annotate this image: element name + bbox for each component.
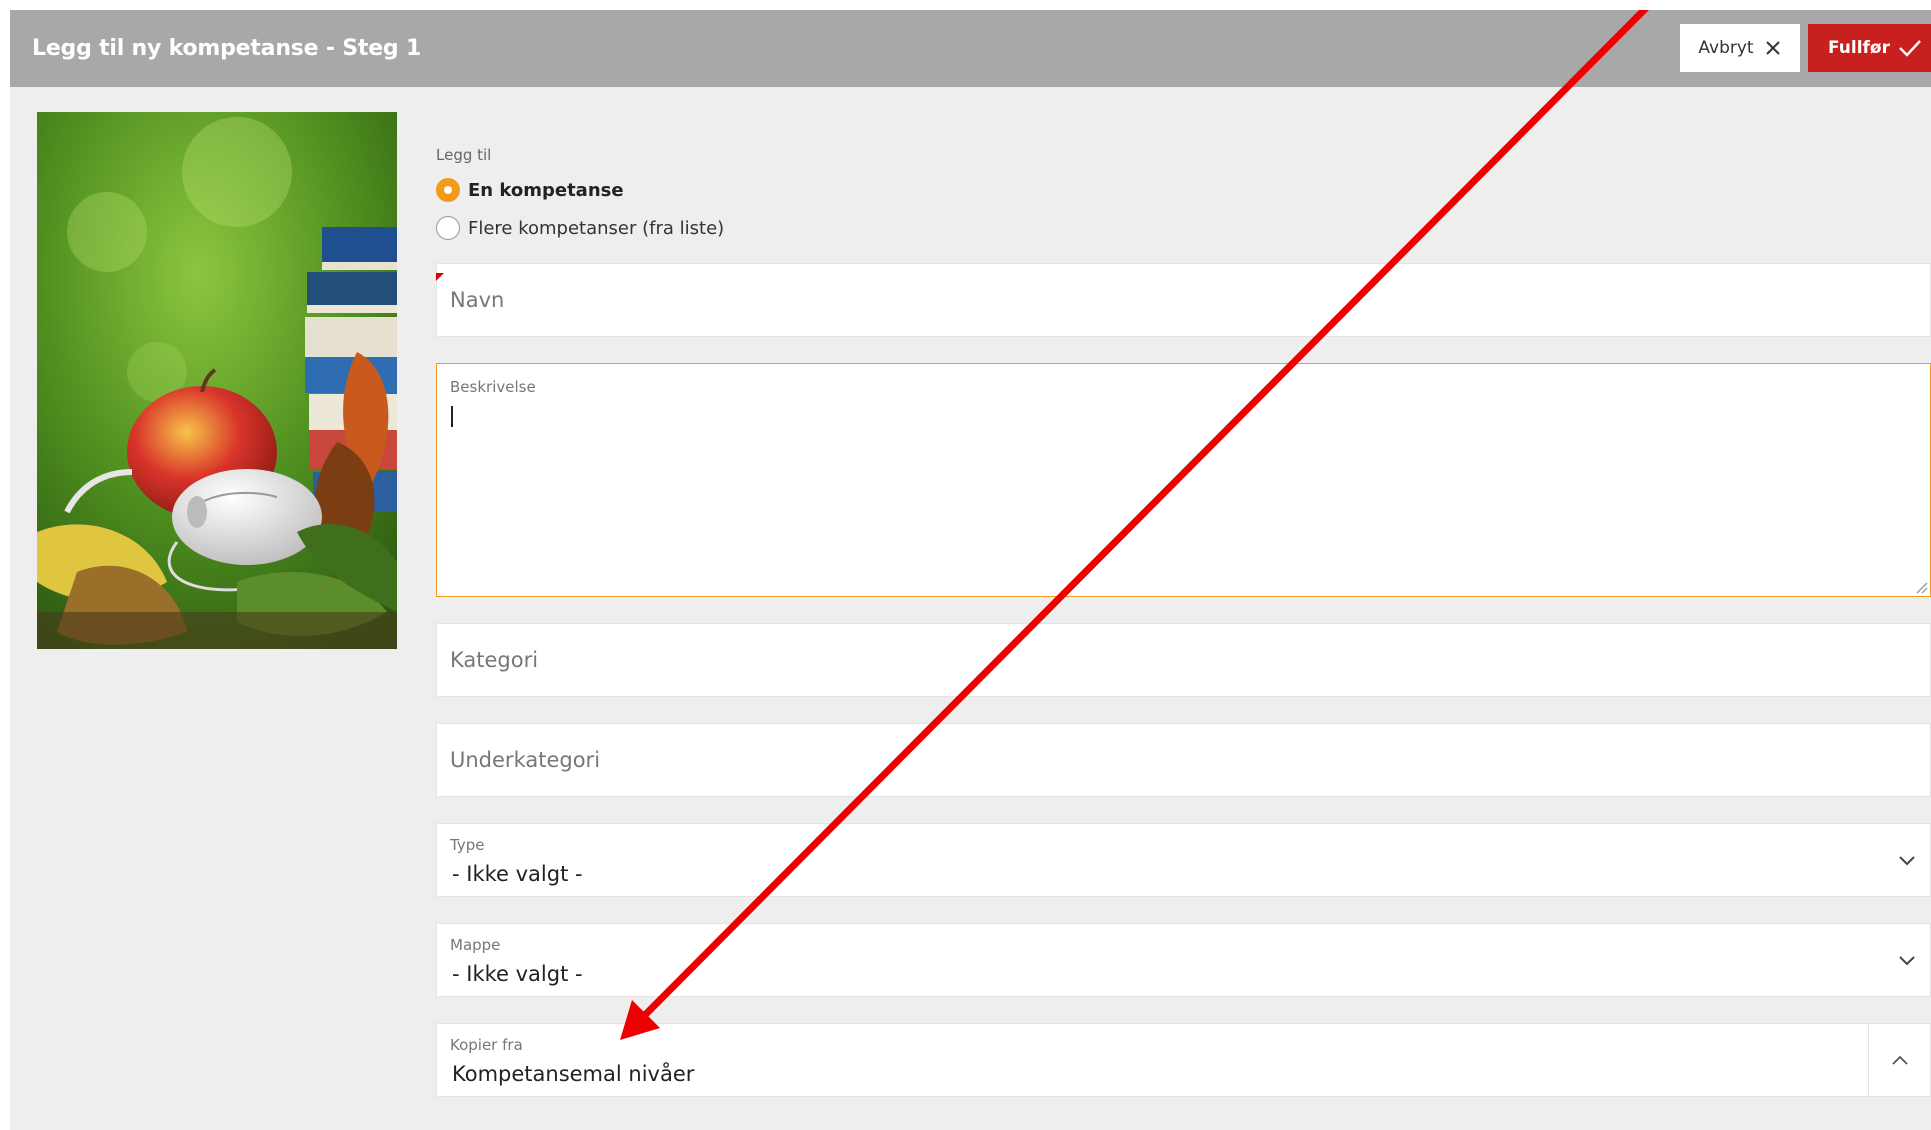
description-textarea[interactable]: Beskrivelse: [436, 363, 1931, 597]
name-placeholder: Navn: [450, 288, 505, 312]
copy-from-select[interactable]: Kopier fra Kompetansemal nivåer: [436, 1023, 1931, 1097]
page-title: Legg til ny kompetanse - Steg 1: [32, 36, 422, 61]
category-input[interactable]: Kategori: [436, 623, 1931, 697]
folder-label: Mappe: [450, 936, 501, 954]
folder-select[interactable]: Mappe - Ikke valgt -: [436, 923, 1931, 997]
chevron-up-icon: [1891, 1055, 1908, 1065]
copy-from-label: Kopier fra: [450, 1036, 523, 1054]
folder-value: - Ikke valgt -: [452, 962, 583, 986]
radio-single-label: En kompetanse: [468, 179, 624, 201]
checkmark-icon: [1899, 40, 1921, 57]
name-input[interactable]: Navn: [436, 263, 1931, 337]
resize-handle-icon[interactable]: [1914, 580, 1928, 594]
chevron-down-icon[interactable]: [1898, 854, 1916, 866]
type-value: - Ikke valgt -: [452, 862, 583, 886]
dialog: Legg til ny kompetanse - Steg 1 Avbryt F…: [10, 10, 1931, 1130]
close-icon: [1765, 41, 1780, 55]
cancel-button-label: Avbryt: [1698, 38, 1754, 58]
subcategory-input[interactable]: Underkategori: [436, 723, 1931, 797]
finish-button[interactable]: Fullfør: [1808, 24, 1931, 72]
dialog-header: Legg til ny kompetanse - Steg 1 Avbryt F…: [10, 10, 1931, 87]
radio-single-competence[interactable]: En kompetanse: [436, 178, 624, 202]
type-label: Type: [450, 836, 485, 854]
radio-multiple-competences[interactable]: Flere kompetanser (fra liste): [436, 216, 724, 240]
radio-selected-icon[interactable]: [436, 178, 460, 202]
required-indicator: [436, 273, 444, 281]
competence-image: [37, 112, 397, 649]
type-select[interactable]: Type - Ikke valgt -: [436, 823, 1931, 897]
radio-unselected-icon[interactable]: [436, 216, 460, 240]
description-label: Beskrivelse: [450, 378, 536, 396]
chevron-down-icon[interactable]: [1898, 954, 1916, 966]
copy-from-toggle[interactable]: [1868, 1024, 1930, 1096]
radio-multiple-label: Flere kompetanser (fra liste): [468, 217, 725, 239]
finish-button-label: Fullfør: [1828, 38, 1890, 58]
subcategory-placeholder: Underkategori: [450, 748, 601, 772]
category-placeholder: Kategori: [450, 648, 539, 672]
copy-from-value: Kompetansemal nivåer: [452, 1062, 695, 1086]
cancel-button[interactable]: Avbryt: [1680, 24, 1800, 72]
text-caret: [451, 406, 453, 427]
add-mode-label: Legg til: [436, 146, 492, 164]
